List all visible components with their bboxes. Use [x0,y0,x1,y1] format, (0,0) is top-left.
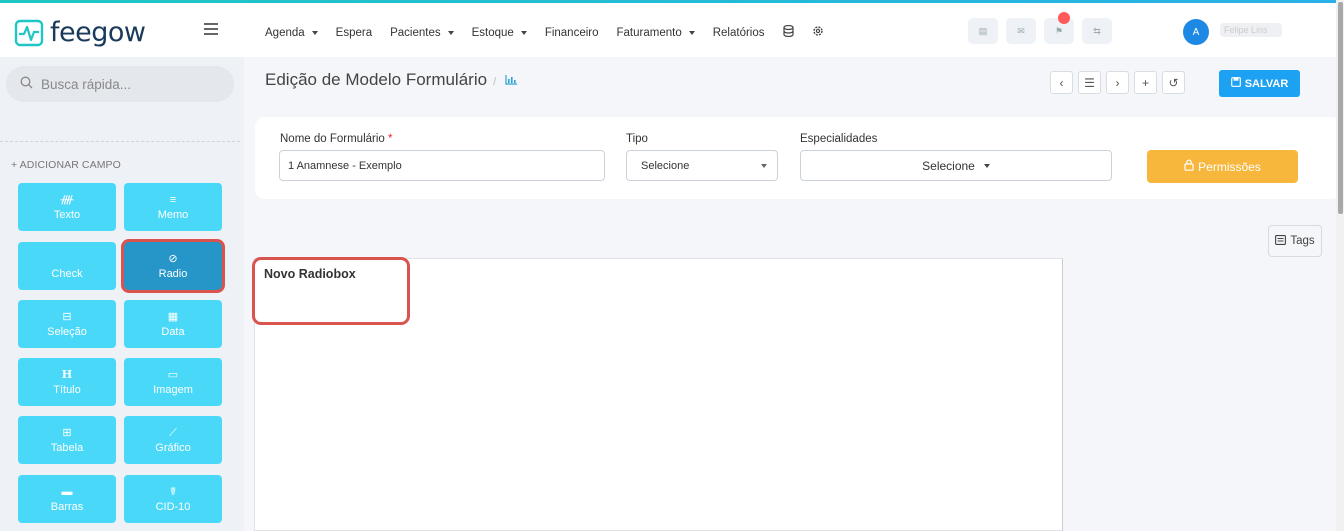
page-title: Edição de Modelo Formulário / [265,70,518,90]
list-button[interactable]: ☰ [1078,71,1101,94]
add-cid10-field-button[interactable]: ☤ CID-10 [124,475,222,523]
quick-action-icon[interactable]: ⇆ [1082,18,1112,44]
specialties-label: Especialidades [800,133,878,145]
chevron-down-icon [983,163,990,168]
sidebar: Busca rápida... + ADICIONAR CAMPO ᚎ Texto… [0,57,244,531]
select-icon: ⊟ [62,310,72,323]
quick-action-icon[interactable]: ▤ [968,18,998,44]
feegow-logo-icon [14,19,44,46]
add-bars-field-button[interactable]: ▬ Barras [18,475,116,523]
image-icon: ▭ [167,368,179,381]
specialties-select[interactable]: Selecione [800,150,1112,181]
nav-faturamento[interactable]: Faturamento [617,25,695,40]
logo[interactable]: feegow [14,17,146,48]
next-button[interactable]: › [1106,71,1129,94]
radio-highlight-outline [121,239,225,293]
type-select[interactable]: Selecione [626,150,778,181]
chevron-down-icon [311,30,318,35]
add-button[interactable]: + [1134,71,1157,94]
tags-icon [1275,234,1287,248]
avatar[interactable]: A [1183,19,1209,45]
notification-badge [1058,12,1070,24]
previous-button[interactable]: ‹ [1050,71,1073,94]
save-icon [1230,77,1241,90]
gear-icon[interactable] [812,25,824,40]
required-marker: * [388,133,393,145]
nav-pacientes[interactable]: Pacientes [390,25,454,40]
text-icon: ᚎ [60,193,74,206]
radiobox-highlight-outline [252,257,410,325]
check-icon [65,253,68,265]
save-button[interactable]: SALVAR [1219,70,1300,97]
header-quick-icons: ▤ ✉ ⚑ ⇆ [968,12,1112,44]
nav-financeiro[interactable]: Financeiro [545,25,599,40]
form-name-label: Nome do Formulário * [280,133,393,145]
main-nav: Agenda Espera Pacientes Estoque Financei… [265,24,842,40]
logo-text: feegow [50,17,146,48]
calendar-icon: ▦ [167,310,179,323]
breadcrumb-separator: / [493,76,497,88]
form-name-field[interactable]: 1 Anamnese - Exemplo [279,150,605,181]
notifications-icon[interactable]: ⚑ [1044,12,1074,44]
stethoscope-icon: ☤ [169,485,177,498]
menu-toggle-icon[interactable] [204,23,218,38]
add-image-field-button[interactable]: ▭ Imagem [124,358,222,406]
form-settings-card: Nome do Formulário * 1 Anamnese - Exempl… [255,117,1341,199]
chevron-down-icon [688,30,695,35]
user-name[interactable]: Felipe Lins [1220,23,1282,37]
top-navbar: feegow Agenda Espera Pacientes Estoque F… [0,3,1344,57]
chevron-down-icon [447,30,454,35]
database-icon[interactable] [782,24,794,40]
chevron-down-icon [761,164,767,168]
main-content: Edição de Modelo Formulário / ‹ ☰ › + ↺ S… [244,57,1344,531]
nav-relatorios[interactable]: Relatórios [713,25,765,40]
lock-icon [1184,159,1194,174]
add-table-field-button[interactable]: ⊞ Tabela [18,416,116,464]
nav-estoque[interactable]: Estoque [472,25,527,40]
tags-button[interactable]: Tags [1268,225,1322,257]
add-check-field-button[interactable]: Check [18,242,116,290]
add-field-label: + ADICIONAR CAMPO [11,159,121,171]
type-label: Tipo [626,133,648,145]
search-placeholder: Busca rápida... [41,76,132,92]
chevron-down-icon [520,30,527,35]
search-input[interactable]: Busca rápida... [6,66,234,102]
memo-icon: ≡ [169,193,177,206]
add-chart-field-button[interactable]: ⟋ Gráfico [124,416,222,464]
add-text-field-button[interactable]: ᚎ Texto [18,183,116,231]
line-chart-icon: ⟋ [169,426,177,439]
table-icon: ⊞ [62,426,72,439]
add-selection-field-button[interactable]: ⊟ Seleção [18,300,116,348]
nav-agenda[interactable]: Agenda [265,25,318,40]
toolbar: ‹ ☰ › + ↺ [1050,71,1185,94]
divider [0,141,240,142]
permissions-button[interactable]: Permissões [1147,150,1298,183]
add-title-field-button[interactable]: H Título [18,358,116,406]
history-button[interactable]: ↺ [1162,71,1185,94]
barcode-icon: ▬ [61,485,73,498]
page-scrollbar-thumb[interactable] [1338,2,1343,214]
nav-espera[interactable]: Espera [336,25,372,40]
quick-action-icon[interactable]: ✉ [1006,18,1036,44]
bar-chart-icon[interactable] [502,74,518,88]
heading-icon: H [61,367,73,381]
add-date-field-button[interactable]: ▦ Data [124,300,222,348]
search-icon [20,76,33,92]
add-memo-field-button[interactable]: ≡ Memo [124,183,222,231]
